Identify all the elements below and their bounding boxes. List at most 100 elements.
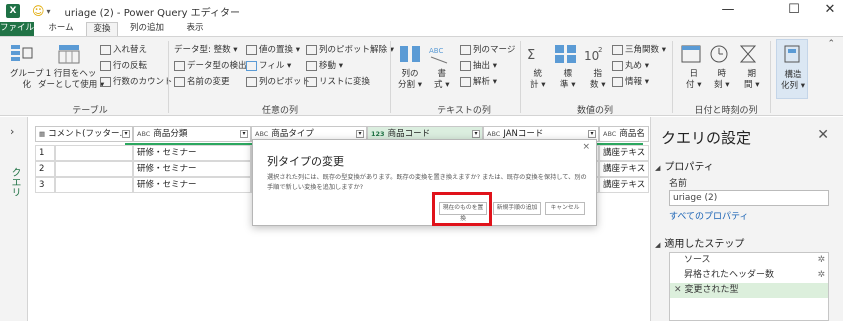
step-settings-gear-icon[interactable]: ✲ — [817, 268, 825, 283]
detect-data-type-button[interactable]: データ型の検出 — [174, 59, 247, 71]
count-rows-button[interactable]: 行数のカウント — [100, 75, 173, 87]
tab-home[interactable]: ホーム — [44, 22, 78, 36]
column-filter-icon[interactable]: ▾ — [122, 130, 130, 138]
tab-view[interactable]: 表示 — [180, 22, 210, 36]
row-number[interactable]: 2 — [35, 161, 55, 177]
trigonometry-button[interactable]: 三角関数 ▾ — [612, 43, 666, 55]
move-button[interactable]: 移動 ▾ — [306, 59, 343, 71]
time-button[interactable]: 時刻 ▾ — [714, 69, 729, 91]
standard-button[interactable]: 標準 ▾ — [560, 69, 575, 91]
ribbon-collapse-icon[interactable]: ⌃ — [827, 39, 835, 49]
move-icon — [306, 60, 317, 71]
text-type-icon: ABC — [603, 130, 617, 138]
svg-text:10: 10 — [584, 49, 599, 63]
properties-heading[interactable]: ◢ プロパティ — [655, 158, 714, 173]
close-window-button[interactable]: ✕ — [810, 2, 843, 17]
delete-step-icon[interactable]: ✕ — [674, 285, 682, 295]
column-filter-icon[interactable]: ▾ — [356, 130, 364, 138]
table-cell[interactable] — [55, 177, 133, 193]
svg-text:Σ: Σ — [527, 48, 535, 63]
minimize-button[interactable]: — — [708, 2, 748, 17]
unpivot-icon — [306, 44, 317, 55]
table-cell[interactable]: 講座テキス — [599, 177, 649, 193]
parse-icon — [460, 76, 471, 87]
dialog-close-icon[interactable]: × — [582, 142, 590, 152]
rename-button[interactable]: 名前の変更 — [174, 75, 230, 87]
tab-add-column[interactable]: 列の追加 — [124, 22, 170, 36]
step-settings-gear-icon[interactable]: ✲ — [817, 253, 825, 268]
row-number[interactable]: 3 — [35, 177, 55, 193]
table-cell[interactable]: 研修・セミナー — [133, 177, 251, 193]
name-label: 名前 — [669, 179, 688, 189]
info-icon — [612, 76, 623, 87]
unpivot-columns-button[interactable]: 列のピボット解除 ▾ — [306, 43, 394, 55]
merge-columns-button[interactable]: 列のマージ — [460, 43, 515, 55]
convert-to-list-button[interactable]: リストに変換 — [306, 75, 370, 87]
column-header[interactable]: ABC 商品名 — [599, 126, 649, 142]
parse-button[interactable]: 解析 ▾ — [460, 75, 497, 87]
ribbon: グループ化 1 行目をヘッ ダーとして使用 ▾ 入れ替え 行の反転 行数のカウント… — [0, 36, 843, 116]
extract-icon — [460, 60, 471, 71]
maximize-button[interactable]: ☐ — [774, 2, 814, 17]
column-header[interactable]: ABC 商品分類 ▾ — [133, 126, 251, 142]
text-type-icon: ABC — [137, 130, 151, 138]
table-cell[interactable]: 研修・セミナー — [133, 145, 251, 161]
rounding-button[interactable]: 丸め ▾ — [612, 59, 649, 71]
group-label-table: テーブル — [72, 106, 108, 116]
fill-button[interactable]: フィル ▾ — [246, 59, 291, 71]
split-column-button[interactable]: 列の 分割 ▾ — [398, 69, 422, 91]
column-filter-icon[interactable]: ▾ — [588, 130, 596, 138]
scientific-button[interactable]: 指数 ▾ — [590, 69, 605, 91]
svg-text:ABC: ABC — [429, 47, 443, 55]
query-name-input[interactable]: uriage (2) — [669, 190, 829, 206]
standard-ops-icon — [555, 45, 576, 63]
table-cell[interactable]: 研修・セミナー — [133, 161, 251, 177]
quick-access-dropdown-icon[interactable]: ▾ — [47, 7, 51, 16]
column-filter-icon[interactable]: ▾ — [240, 130, 248, 138]
date-button[interactable]: 日付 ▾ — [686, 69, 701, 91]
row-number[interactable]: 1 — [35, 145, 55, 161]
count-rows-icon — [100, 76, 111, 87]
query-settings-close-icon[interactable]: ✕ — [817, 127, 829, 143]
information-button[interactable]: 情報 ▾ — [612, 75, 649, 87]
convert-list-icon — [306, 76, 317, 87]
column-header[interactable]: ▦ コメント(フッター... ▾ — [35, 126, 133, 142]
ribbon-separator — [672, 41, 673, 113]
applied-step[interactable]: 昇格されたヘッダー数 ✲ — [670, 268, 828, 283]
add-new-step-button[interactable]: 新規手順の追加 — [493, 202, 541, 215]
column-filter-icon[interactable]: ▾ — [472, 130, 480, 138]
cancel-button[interactable]: キャンセル — [545, 202, 585, 215]
table-cell[interactable] — [55, 145, 133, 161]
table-cell[interactable] — [55, 161, 133, 177]
split-column-icon — [400, 46, 420, 62]
statistics-icon: Σ — [527, 48, 535, 63]
replace-values-button[interactable]: 値の置換 ▾ — [246, 43, 300, 55]
format-button[interactable]: 書式 ▾ — [434, 69, 449, 91]
tab-transform[interactable]: 変換 — [86, 22, 118, 36]
smiley-feedback-icon[interactable]: ☺ — [32, 4, 45, 18]
excel-app-icon: X — [6, 4, 20, 18]
applied-steps-heading[interactable]: ◢ 適用したステップ — [655, 235, 744, 250]
pivot-column-button[interactable]: 列のピボット — [246, 75, 310, 87]
group-label-number-column: 数値の列 — [576, 106, 613, 116]
applied-step[interactable]: ソース ✲ — [670, 253, 828, 268]
queries-pane-label[interactable]: クエリ — [7, 167, 22, 197]
data-type-dropdown[interactable]: データ型: 整数 ▾ — [174, 43, 238, 55]
rename-icon — [174, 76, 185, 87]
all-properties-link[interactable]: すべてのプロパティ — [669, 209, 748, 222]
extract-button[interactable]: 抽出 ▾ — [460, 59, 497, 71]
table-cell[interactable]: 講座テキス — [599, 161, 649, 177]
tab-file[interactable]: ファイル — [0, 22, 34, 36]
expand-queries-icon[interactable]: › — [10, 125, 14, 138]
duration-button[interactable]: 期間 ▾ — [744, 69, 759, 91]
transpose-button[interactable]: 入れ替え — [100, 43, 147, 55]
ribbon-separator — [168, 41, 169, 113]
applied-step-selected[interactable]: ✕ 変更された型 — [670, 283, 828, 298]
statistics-button[interactable]: 統計 ▾ — [530, 69, 545, 91]
table-cell[interactable]: 講座テキス — [599, 145, 649, 161]
collapse-triangle-icon: ◢ — [655, 164, 661, 172]
use-first-row-header-button[interactable]: 1 行目をヘッ ダーとして使用 ▾ — [38, 69, 104, 91]
structured-column-button[interactable]: 構造 化列 ▾ — [776, 39, 808, 99]
collapse-triangle-icon: ◢ — [655, 241, 661, 249]
reverse-rows-button[interactable]: 行の反転 — [100, 59, 147, 71]
